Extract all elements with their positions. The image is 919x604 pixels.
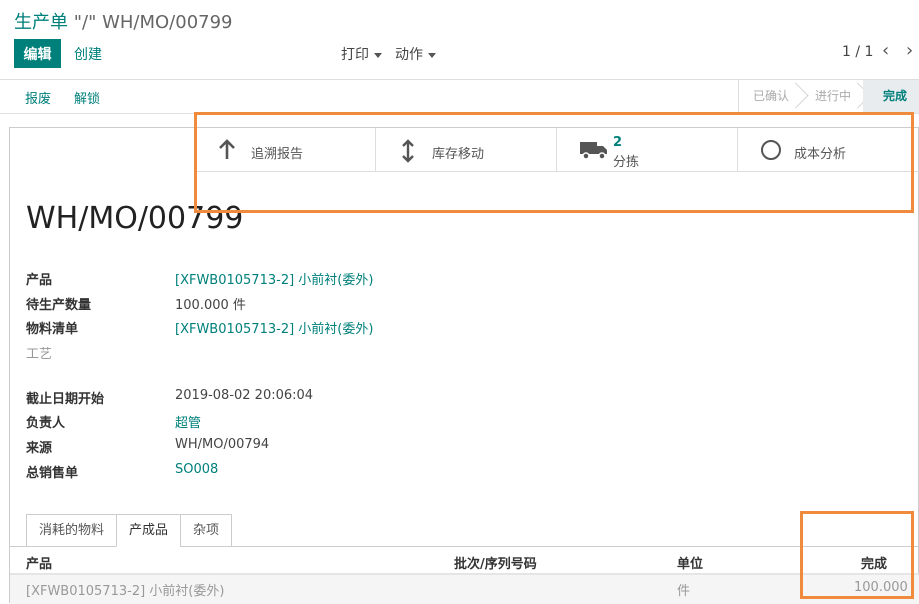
traceability-button[interactable]: 追溯报告	[194, 128, 375, 172]
field-product[interactable]: [XFWB0105713-2] 小前衬(委外)	[175, 269, 373, 288]
breadcrumb-separator: "/"	[68, 12, 103, 33]
smart-button-box: 追溯报告 库存移动 2 分拣 成本分析	[194, 128, 919, 172]
circle-icon	[761, 140, 781, 160]
truck-icon	[580, 142, 607, 160]
column-header-lot[interactable]: 批次/序列号码	[454, 553, 537, 572]
arrows-vertical-icon	[402, 139, 414, 163]
field-source: WH/MO/00794	[175, 437, 270, 452]
action-dropdown[interactable]: 动作	[395, 44, 436, 64]
stock-moves-label: 库存移动	[432, 147, 485, 162]
field-bom[interactable]: [XFWB0105713-2] 小前衬(委外)	[175, 318, 373, 337]
status-steps: 已确认 进行中 完成	[737, 80, 919, 113]
field-deadline: 2019-08-02 20:06:04	[175, 388, 314, 403]
pager-previous-icon[interactable]: ‹	[882, 40, 889, 61]
breadcrumb: 生产单 "/" WH/MO/00799	[14, 8, 233, 34]
pager-value[interactable]: 1 / 1	[842, 44, 873, 60]
edit-button[interactable]: 编辑	[14, 39, 61, 68]
field-sale-order[interactable]: SO008	[175, 462, 218, 477]
row-product: [XFWB0105713-2] 小前衬(委外)	[26, 584, 225, 599]
form-statusbar: 报废 解锁 已确认 进行中 完成	[0, 80, 919, 114]
breadcrumb-root[interactable]: 生产单	[14, 12, 68, 33]
field-label-routing: 工艺	[26, 347, 53, 362]
row-done: 100.000	[854, 580, 908, 595]
status-step-done[interactable]: 完成	[862, 80, 919, 113]
field-label-deadline: 截止日期开始	[26, 392, 105, 407]
traceability-label: 追溯报告	[251, 147, 304, 162]
field-label-product: 产品	[26, 273, 53, 288]
column-header-uom[interactable]: 单位	[677, 553, 703, 572]
field-qty: 100.000 件	[175, 298, 246, 313]
tab-finished-products[interactable]: 产成品	[116, 514, 181, 547]
status-step-progress[interactable]: 进行中	[801, 80, 863, 113]
field-label-bom: 物料清单	[26, 322, 79, 337]
pickings-label: 分拣	[613, 155, 640, 170]
form-sheet: 追溯报告 库存移动 2 分拣 成本分析 WH/MO/00799 产品 [XFWB…	[9, 127, 919, 604]
record-title: WH/MO/00799	[26, 201, 244, 236]
pager-next-icon[interactable]: ›	[906, 40, 913, 61]
caret-down-icon	[374, 52, 382, 58]
stock-moves-button[interactable]: 库存移动	[375, 128, 556, 172]
print-dropdown[interactable]: 打印	[341, 44, 382, 64]
field-label-sale-order: 总销售单	[26, 466, 79, 481]
tab-consumed-materials[interactable]: 消耗的物料	[26, 514, 117, 547]
field-label-responsible: 负责人	[26, 416, 66, 431]
field-label-qty: 待生产数量	[26, 298, 92, 313]
column-header-done[interactable]: 完成	[861, 553, 887, 572]
pickings-count: 2	[613, 135, 623, 150]
scrap-button[interactable]: 报废	[25, 88, 51, 107]
breadcrumb-current: WH/MO/00799	[102, 12, 233, 33]
create-button[interactable]: 创建	[74, 44, 102, 64]
arrow-up-icon	[219, 139, 235, 159]
pickings-button[interactable]: 2 分拣	[556, 128, 737, 172]
row-uom: 件	[677, 584, 691, 599]
unlock-button[interactable]: 解锁	[74, 88, 100, 107]
caret-down-icon	[428, 52, 436, 58]
action-label: 动作	[395, 47, 423, 63]
field-label-source: 来源	[26, 441, 53, 456]
notebook-tabs: 消耗的物料 产成品 杂项	[26, 514, 233, 547]
print-label: 打印	[341, 47, 369, 63]
status-step-confirmed[interactable]: 已确认	[739, 80, 801, 113]
cost-analysis-button[interactable]: 成本分析	[737, 128, 918, 172]
tab-misc[interactable]: 杂项	[180, 514, 233, 547]
column-header-product[interactable]: 产品	[26, 553, 52, 572]
cost-analysis-label: 成本分析	[794, 147, 847, 162]
field-responsible[interactable]: 超管	[175, 412, 201, 431]
control-panel: 生产单 "/" WH/MO/00799 编辑 创建 打印 动作 1 / 1 ‹ …	[0, 0, 919, 80]
